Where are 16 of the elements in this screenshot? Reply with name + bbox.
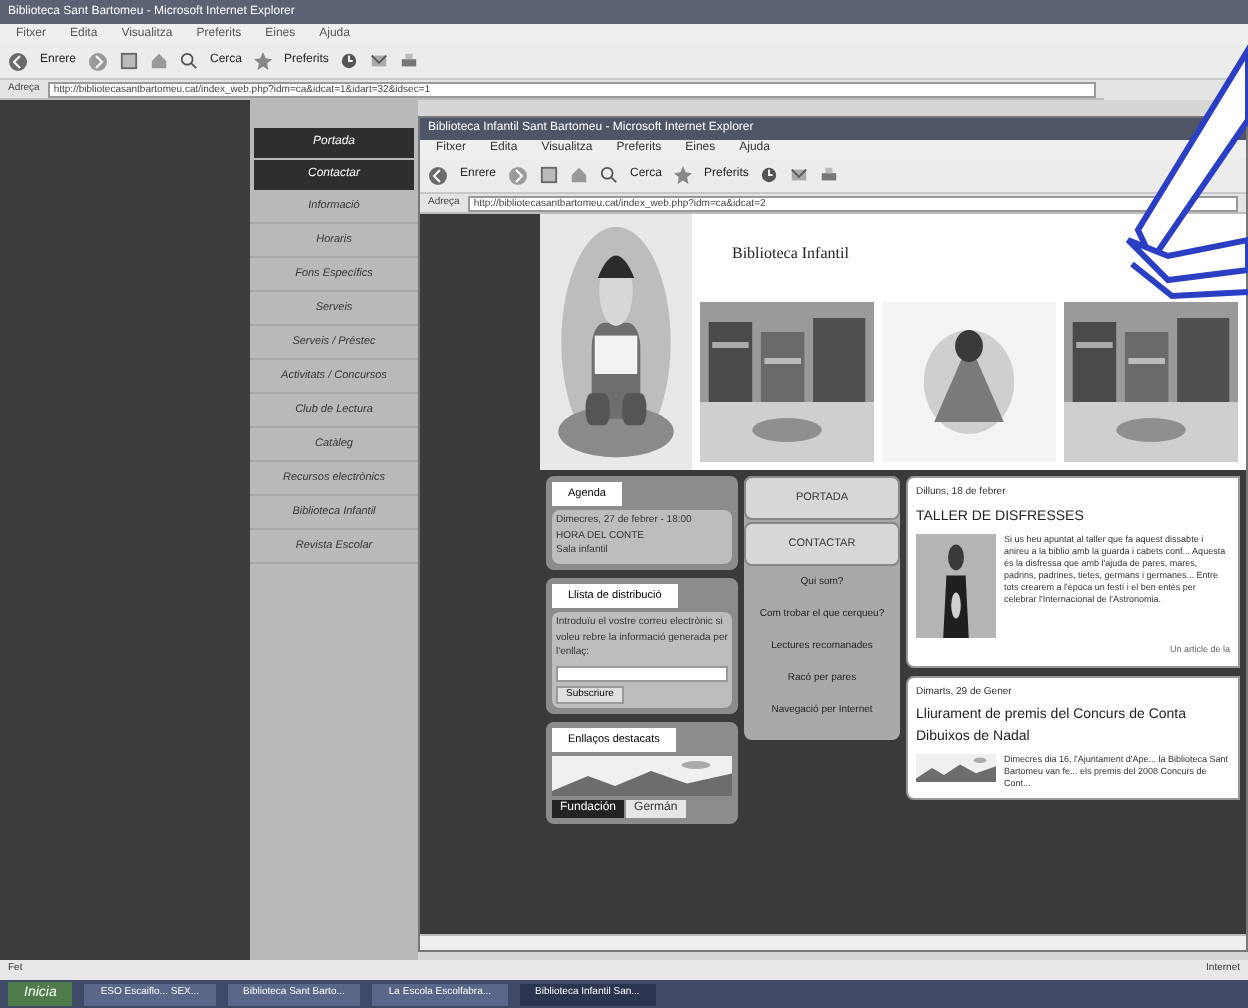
email-field[interactable]: [556, 665, 728, 681]
back-icon[interactable]: [428, 165, 448, 185]
search-icon[interactable]: [180, 52, 199, 70]
star-icon[interactable]: [254, 52, 273, 70]
site-title: Biblioteca Infantil: [732, 242, 849, 266]
print-icon[interactable]: [400, 52, 419, 70]
forward-icon[interactable]: [88, 51, 109, 71]
mail-icon[interactable]: [370, 52, 389, 70]
star-icon[interactable]: [674, 166, 693, 184]
history-icon[interactable]: [340, 52, 359, 70]
print-icon[interactable]: [820, 166, 839, 184]
mail-icon[interactable]: [790, 166, 809, 184]
forward-icon[interactable]: [508, 165, 529, 185]
back-icon[interactable]: [8, 51, 28, 71]
history-icon[interactable]: [760, 166, 779, 184]
search-icon[interactable]: [600, 166, 619, 184]
